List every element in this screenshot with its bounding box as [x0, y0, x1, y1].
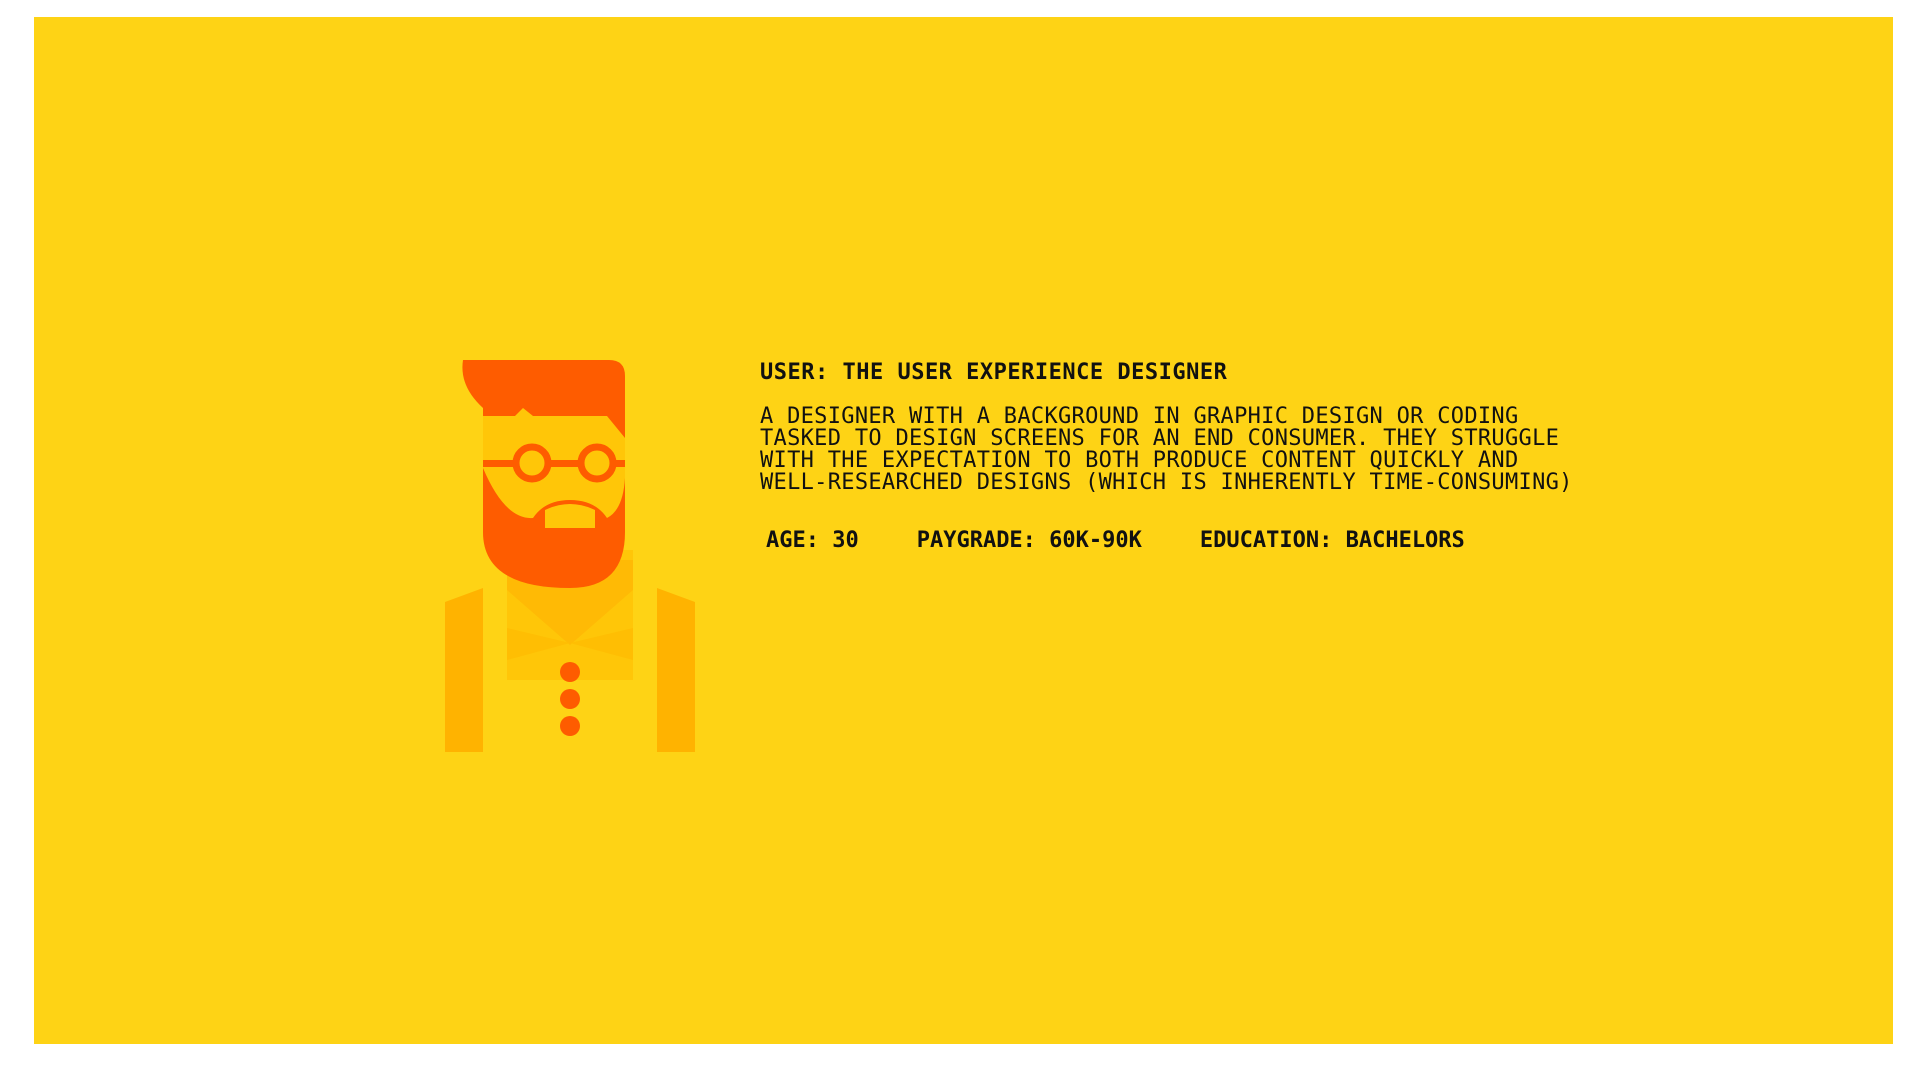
persona-details: USER: THE USER EXPERIENCE DESIGNER A DES… [760, 360, 1760, 554]
paygrade-stat: PAYGRADE: 60K-90K [916, 528, 1142, 553]
persona-stats: AGE: 30 PAYGRADE: 60K-90K EDUCATION: BAC… [760, 528, 1760, 554]
education-stat: EDUCATION: BACHELORS [1199, 528, 1465, 553]
description-line: A DESIGNER WITH A BACKGROUND IN GRAPHIC … [760, 404, 1519, 429]
age-stat: AGE: 30 [766, 528, 859, 553]
description-line: WELL-RESEARCHED DESIGNS (WHICH IS INHERE… [760, 470, 1573, 495]
description-line: TASKED TO DESIGN SCREENS FOR AN END CONS… [760, 426, 1560, 451]
description-line: WITH THE EXPECTATION TO BOTH PRODUCE CON… [760, 448, 1519, 473]
persona-title: USER: THE USER EXPERIENCE DESIGNER [760, 360, 1228, 385]
bearded-designer-avatar-icon [445, 360, 695, 760]
persona-slide: USER: THE USER EXPERIENCE DESIGNER A DES… [34, 17, 1893, 1044]
persona-description: A DESIGNER WITH A BACKGROUND IN GRAPHIC … [760, 406, 1640, 494]
